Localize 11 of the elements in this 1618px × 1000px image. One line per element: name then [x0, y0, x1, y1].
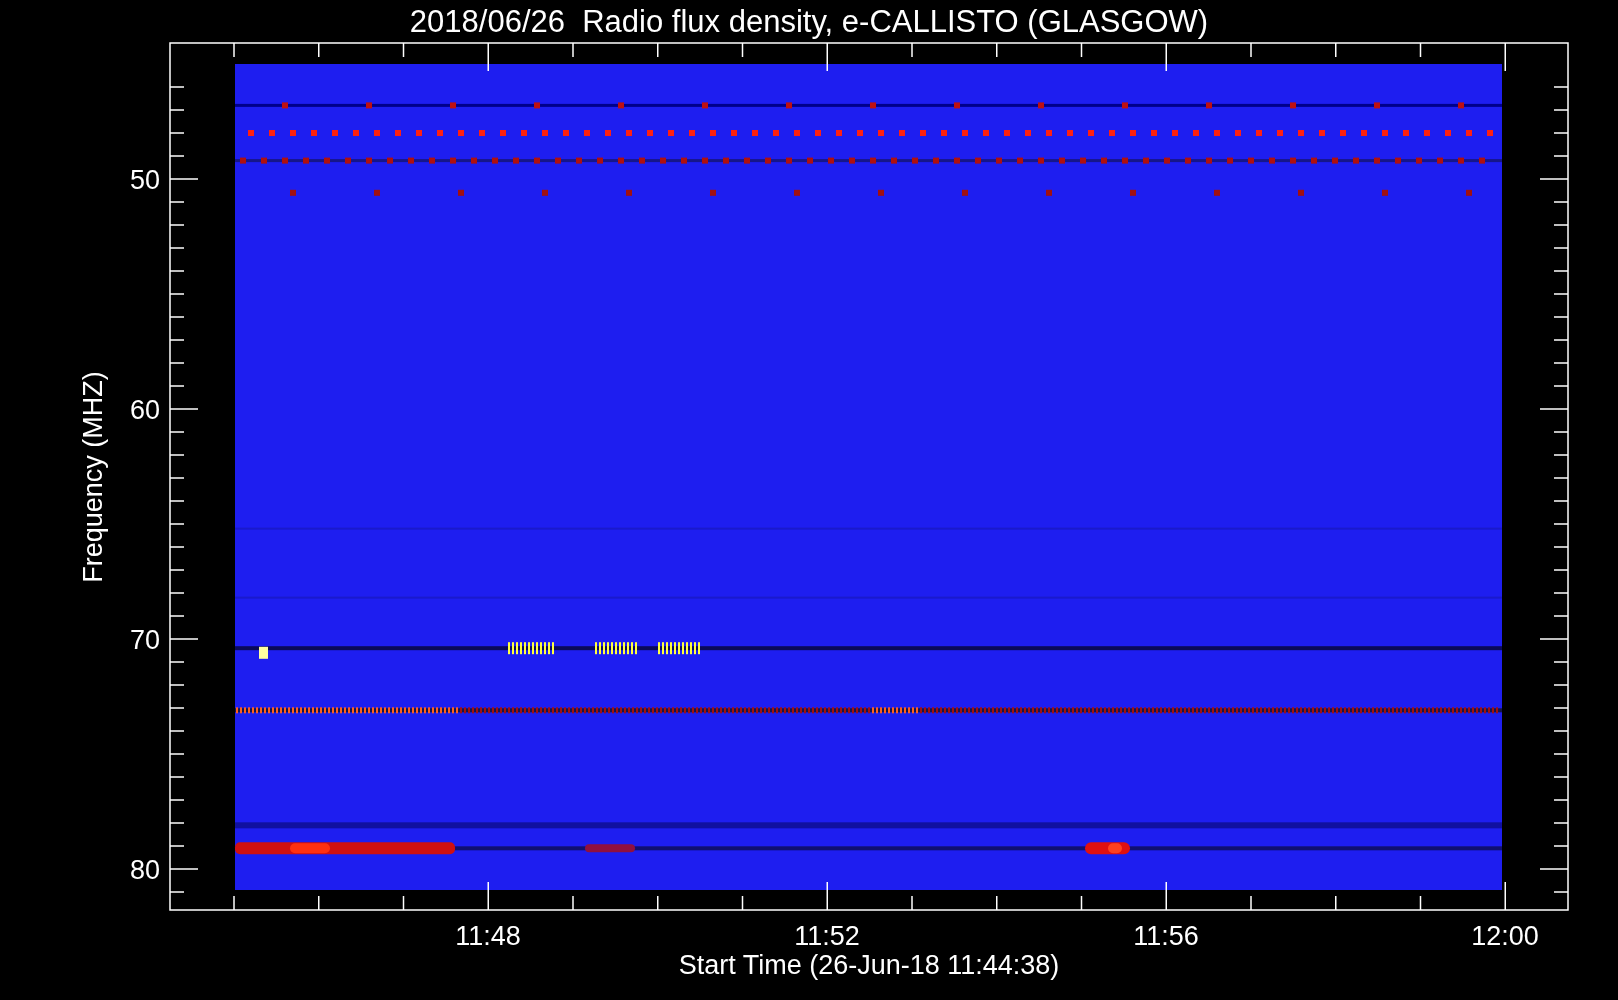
x-tick-label: 11:52 [794, 921, 860, 951]
y-axis-label: Frequency (MHZ) [78, 371, 108, 583]
y-tick-label: 80 [129, 855, 160, 885]
x-tick-label: 12:00 [1471, 921, 1539, 951]
x-axis-label: Start Time (26-Jun-18 11:44:38) [678, 950, 1060, 980]
x-tick-label: 11:56 [1133, 921, 1199, 951]
x-tick-label: 11:48 [455, 921, 521, 951]
chart-title: 2018/06/26 Radio flux density, e-CALLISTO (GLASGOW) [409, 5, 1209, 37]
y-tick-label: 60 [129, 395, 160, 425]
y-tick-label: 50 [129, 165, 160, 195]
y-tick-label: 70 [129, 625, 160, 655]
